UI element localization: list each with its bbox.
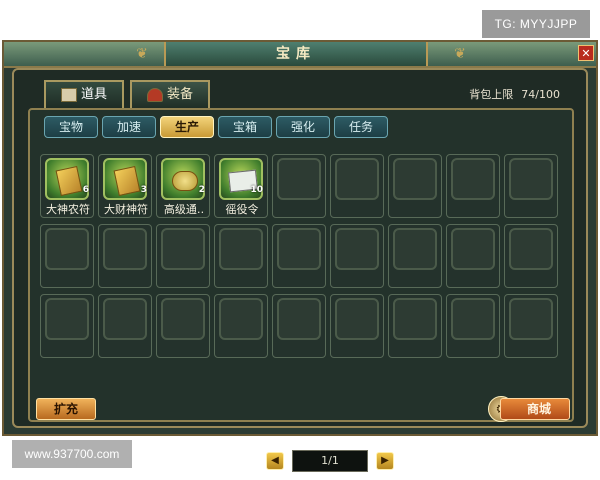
inventory-slot-empty[interactable] xyxy=(388,294,442,358)
window-title: 宝库 xyxy=(164,42,428,66)
item-label: 高级通‥ xyxy=(163,203,205,216)
item-count: 2 xyxy=(198,185,205,195)
item-label: 大神农符 xyxy=(46,203,90,216)
inventory-slot-empty[interactable] xyxy=(504,294,558,358)
tab-equipment[interactable]: 装备 xyxy=(130,80,210,108)
tab-items[interactable]: 道具 xyxy=(44,80,124,108)
inventory-slot-empty[interactable] xyxy=(446,294,500,358)
inventory-slot-empty[interactable] xyxy=(504,224,558,288)
inventory-slot-empty[interactable] xyxy=(330,154,384,218)
subtab-speedup[interactable]: 加速 xyxy=(102,116,156,138)
inventory-slot-empty[interactable] xyxy=(98,294,152,358)
pagination: ◀ 1/1 ▶ xyxy=(260,450,400,472)
item-count: 6 xyxy=(82,185,89,195)
item-count: 10 xyxy=(250,185,263,195)
item-label: 徭役令 xyxy=(225,203,259,216)
bag-limit: 背包上限 74/100 xyxy=(461,86,560,102)
subtab-treasure[interactable]: 宝物 xyxy=(44,116,98,138)
site-watermark: www.937700.com xyxy=(12,440,132,468)
ring-icon xyxy=(172,171,198,191)
inventory-slot-empty[interactable] xyxy=(330,294,384,358)
inventory-slot-empty[interactable] xyxy=(388,224,442,288)
item-count: 3 xyxy=(140,185,147,195)
subtab-production[interactable]: 生产 xyxy=(160,116,214,138)
inventory-panel: 宝物 加速 生产 宝箱 强化 任务 6 大神农符 3 大财神符 2 高级通‥ 1… xyxy=(28,108,574,472)
inventory-slot-empty[interactable] xyxy=(156,294,210,358)
ornament-left-icon: ❦ xyxy=(136,46,148,62)
bag-limit-value: 74/100 xyxy=(521,88,560,101)
ornament-right-icon: ❦ xyxy=(454,46,466,62)
bag-limit-label: 背包上限 xyxy=(469,88,514,101)
inventory-slot[interactable]: 10 徭役令 xyxy=(214,154,268,218)
inventory-slot-empty[interactable] xyxy=(272,154,326,218)
inventory-slot-empty[interactable] xyxy=(272,224,326,288)
inventory-slot-empty[interactable] xyxy=(388,154,442,218)
treasury-window: ❦ 宝库 ❦ ✕ 道具 装备 背包上限 74/100 宝物 加速 生产 宝箱 强化… xyxy=(2,40,598,472)
tab-equipment-label: 装备 xyxy=(166,87,193,102)
inventory-slot[interactable]: 6 大神农符 xyxy=(40,154,94,218)
inventory-slot-empty[interactable] xyxy=(214,224,268,288)
subtab-quest[interactable]: 任务 xyxy=(334,116,388,138)
inventory-slot[interactable]: 3 大财神符 xyxy=(98,154,152,218)
inventory-slot-empty[interactable] xyxy=(330,224,384,288)
expand-button[interactable]: 扩充 xyxy=(36,398,96,420)
book-icon xyxy=(60,87,77,102)
tab-items-label: 道具 xyxy=(80,87,107,102)
close-button[interactable]: ✕ xyxy=(578,45,594,61)
talisman-icon xyxy=(55,165,83,197)
subtab-enhance[interactable]: 强化 xyxy=(276,116,330,138)
content-frame: 道具 装备 背包上限 74/100 宝物 加速 生产 宝箱 强化 任务 6 大神… xyxy=(12,68,588,472)
title-bar: ❦ 宝库 ❦ ✕ xyxy=(4,42,596,68)
inventory-slot-empty[interactable] xyxy=(272,294,326,358)
inventory-slot[interactable]: 2 高级通‥ xyxy=(156,154,210,218)
inventory-slot-empty[interactable] xyxy=(446,224,500,288)
page-indicator: 1/1 xyxy=(292,450,368,472)
prev-page-button[interactable]: ◀ xyxy=(266,452,284,470)
hat-icon xyxy=(146,87,163,102)
subtab-chest[interactable]: 宝箱 xyxy=(218,116,272,138)
tg-watermark: TG: MYYJJPP xyxy=(482,10,590,38)
inventory-slot-empty[interactable] xyxy=(40,294,94,358)
talisman-icon xyxy=(113,165,141,197)
shop-button[interactable]: 商城 xyxy=(500,398,570,420)
inventory-slot-empty[interactable] xyxy=(156,224,210,288)
inventory-slot-empty[interactable] xyxy=(98,224,152,288)
inventory-slot-empty[interactable] xyxy=(40,224,94,288)
inventory-slot-empty[interactable] xyxy=(214,294,268,358)
inventory-slot-empty[interactable] xyxy=(446,154,500,218)
item-label: 大财神符 xyxy=(104,203,148,216)
inventory-slot-empty[interactable] xyxy=(504,154,558,218)
next-page-button[interactable]: ▶ xyxy=(376,452,394,470)
